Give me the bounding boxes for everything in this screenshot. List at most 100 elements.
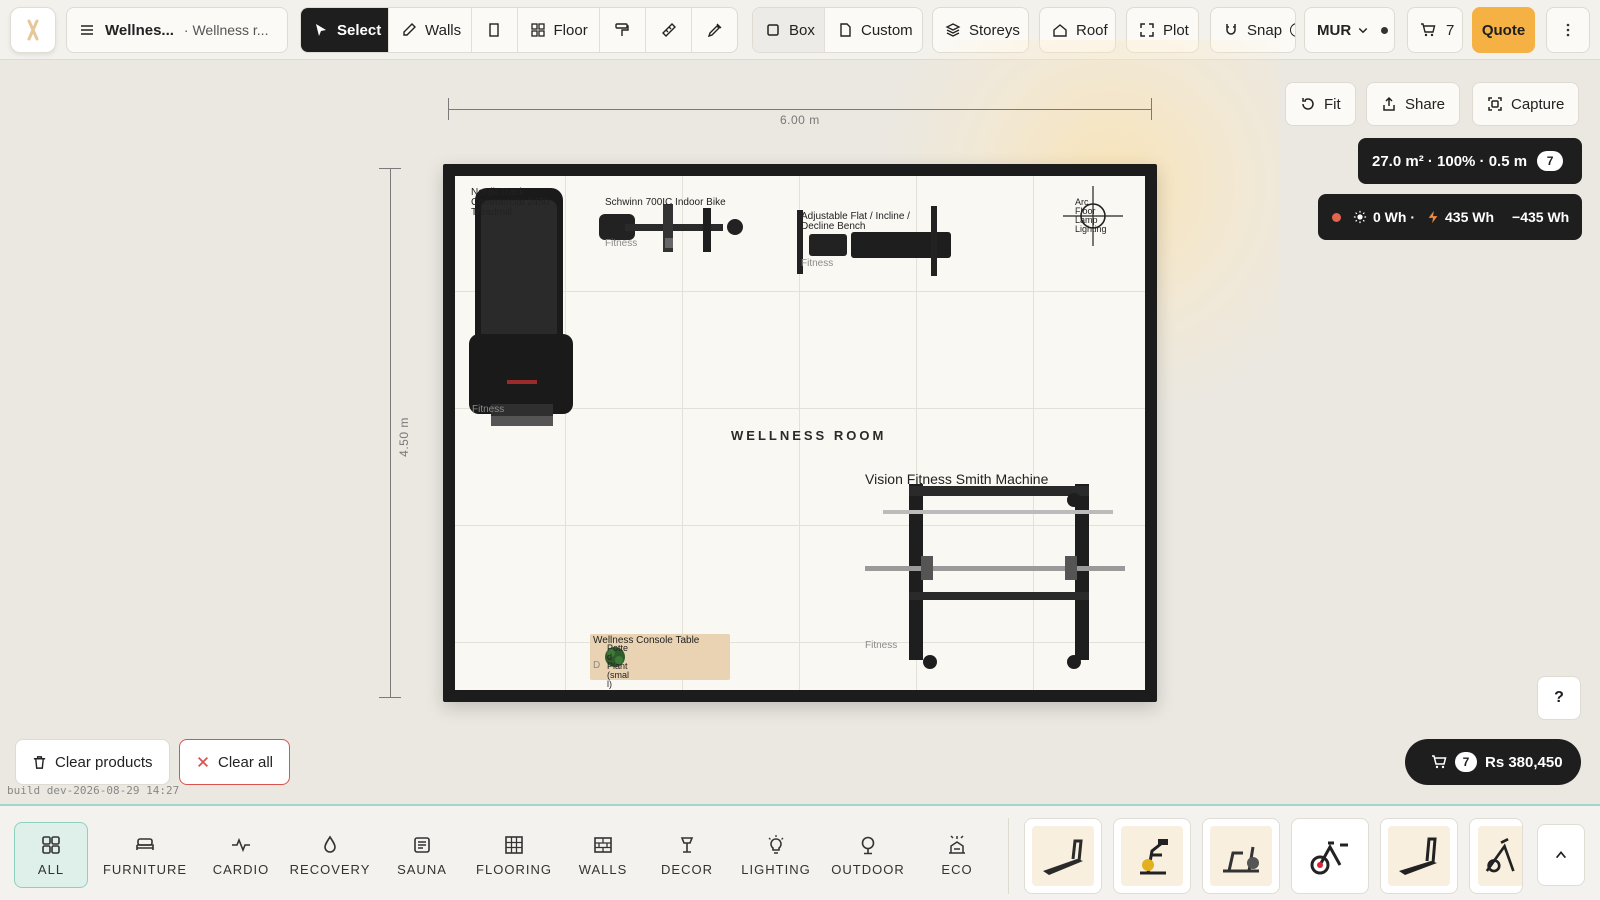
snap-button[interactable]: Snap <box>1210 7 1296 53</box>
share-button[interactable]: Share <box>1366 82 1461 126</box>
room-stats-pill: 27.0 m² · 100% · 0.5 m 7 <box>1358 138 1582 184</box>
category-lighting[interactable]: LIGHTING <box>736 822 816 888</box>
magnet-icon <box>1226 24 1236 35</box>
bench-label: Adjustable Flat / Incline / Decline Benc… <box>801 211 910 232</box>
product-thumb-spin-bike[interactable] <box>1291 818 1369 894</box>
category-flooring[interactable]: FLOORING <box>474 822 554 888</box>
cart-icon <box>1421 23 1436 37</box>
shape-group: Box Custom <box>752 7 923 53</box>
treadmill-product[interactable] <box>467 184 577 430</box>
paint-roller-icon <box>615 23 629 36</box>
category-walls[interactable]: WALLS <box>570 822 636 888</box>
room-walls[interactable]: NordicTrack Commercial 2450 Treadmill Fi… <box>443 164 1157 702</box>
snap-button-inner[interactable]: Snap <box>1211 8 1295 52</box>
help-button[interactable]: ? <box>1537 676 1581 720</box>
eyedropper-tool-button[interactable] <box>692 8 737 52</box>
droplet-icon <box>324 835 336 853</box>
pulse-icon <box>232 837 250 852</box>
app-logo-button[interactable] <box>10 7 56 53</box>
door-tool-button[interactable] <box>472 8 518 52</box>
product-thumb-recumbent-bike[interactable] <box>1202 818 1280 894</box>
quote-button[interactable]: Quote <box>1472 7 1535 53</box>
share-icon <box>1383 96 1395 111</box>
product-thumb-exercise-bike[interactable] <box>1113 818 1191 894</box>
product-thumb-treadmill-1[interactable] <box>1024 818 1102 894</box>
smith-machine-label: Vision Fitness Smith Machine <box>865 471 1049 487</box>
project-menu-button[interactable]: Wellnes... · Wellness r... <box>67 8 280 52</box>
select-tool-button[interactable]: Select <box>301 8 389 52</box>
walls-tool-button[interactable]: Walls <box>389 8 472 52</box>
category-all[interactable]: ALL <box>14 822 88 888</box>
smith-machine-shape <box>865 484 1125 669</box>
roof-button-inner[interactable]: Roof <box>1040 8 1115 52</box>
wall-icon <box>594 836 612 853</box>
tool-group: Select Walls Floor <box>300 7 738 53</box>
recumbent-bike-thumb-icon <box>1223 846 1259 873</box>
pencil-icon <box>403 23 416 36</box>
project-name: Wellnes... <box>105 21 174 39</box>
custom-shape-button[interactable]: Custom <box>825 8 922 52</box>
currency-select-inner[interactable]: MUR <box>1305 8 1394 52</box>
category-outdoor[interactable]: OUTDOOR <box>828 822 908 888</box>
treadmill-2-thumb-icon <box>1399 837 1437 875</box>
snap-toggle[interactable] <box>1290 23 1295 37</box>
square-icon <box>767 24 779 36</box>
category-furniture[interactable]: FURNITURE <box>100 822 190 888</box>
cursor-icon <box>316 24 326 36</box>
currency-select[interactable]: MUR <box>1304 7 1395 53</box>
room-name-label: WELLNESS ROOM <box>731 428 887 443</box>
category-decor[interactable]: DECOR <box>654 822 720 888</box>
room-floor[interactable]: NordicTrack Commercial 2450 Treadmill Fi… <box>455 176 1145 690</box>
smith-machine-product[interactable] <box>863 470 1127 670</box>
project-menu[interactable]: Wellnes... · Wellness r... <box>66 7 288 53</box>
product-thumb-elliptical[interactable] <box>1469 818 1523 894</box>
measure-tool-button[interactable] <box>646 8 693 52</box>
lamp-icon <box>680 836 694 853</box>
tiles-icon <box>505 835 523 854</box>
cart-count-badge: 7 <box>1455 752 1477 772</box>
layers-icon <box>945 23 961 37</box>
status-dot <box>1381 26 1389 34</box>
cart-button[interactable]: 7 <box>1407 7 1463 53</box>
bench-category: Fitness <box>801 258 834 269</box>
plot-button-inner[interactable]: Plot <box>1127 8 1198 52</box>
roof-button[interactable]: Roof <box>1039 7 1116 53</box>
more-options-button[interactable] <box>1546 7 1590 53</box>
trash-icon <box>33 755 46 769</box>
plot-button[interactable]: Plot <box>1126 7 1199 53</box>
chevron-up-icon <box>1555 851 1567 859</box>
energy-status-dot <box>1332 212 1341 222</box>
cart-button-inner[interactable]: 7 <box>1408 8 1462 52</box>
sun-icon <box>1353 210 1367 224</box>
storeys-button[interactable]: Storeys <box>932 7 1029 53</box>
sauna-icon <box>414 836 430 853</box>
product-thumb-treadmill-2[interactable] <box>1380 818 1458 894</box>
clear-products-button[interactable]: Clear products <box>15 739 170 785</box>
camera-focus-icon <box>1488 97 1502 111</box>
catalogue-divider <box>1008 818 1009 894</box>
category-cardio[interactable]: CARDIO <box>206 822 276 888</box>
category-eco[interactable]: ECO <box>924 822 990 888</box>
box-shape-button[interactable]: Box <box>753 8 825 52</box>
exercise-bike-thumb-icon <box>1140 839 1168 875</box>
floor-tool-button[interactable]: Floor <box>518 8 600 52</box>
energy-pill: 0 Wh · 435 Wh −435 Wh <box>1318 194 1582 240</box>
paint-tool-button[interactable] <box>600 8 646 52</box>
category-sauna[interactable]: SAUNA <box>386 822 458 888</box>
width-dimension-label: 6.00 m <box>780 113 820 127</box>
collapse-catalogue-button[interactable] <box>1537 824 1585 886</box>
eco-icon <box>949 834 965 854</box>
storeys-button-inner[interactable]: Storeys <box>933 8 1028 52</box>
category-recovery[interactable]: RECOVERY <box>290 822 370 888</box>
catalogue-bar: ALL FURNITURE CARDIO RECOVERY SAUNA FLOO… <box>0 804 1600 900</box>
fit-view-button[interactable]: Fit <box>1285 82 1356 126</box>
treadmill-shape <box>469 188 573 426</box>
reset-view-icon <box>1302 98 1314 110</box>
cart-total-pill[interactable]: 7 Rs 380,450 <box>1405 739 1581 785</box>
clear-all-button[interactable]: Clear all <box>179 739 291 785</box>
close-icon <box>198 757 208 767</box>
door-icon <box>489 23 499 37</box>
bulb-icon <box>768 834 784 854</box>
capture-button[interactable]: Capture <box>1472 82 1580 126</box>
smith-machine-category: Fitness <box>865 640 898 651</box>
